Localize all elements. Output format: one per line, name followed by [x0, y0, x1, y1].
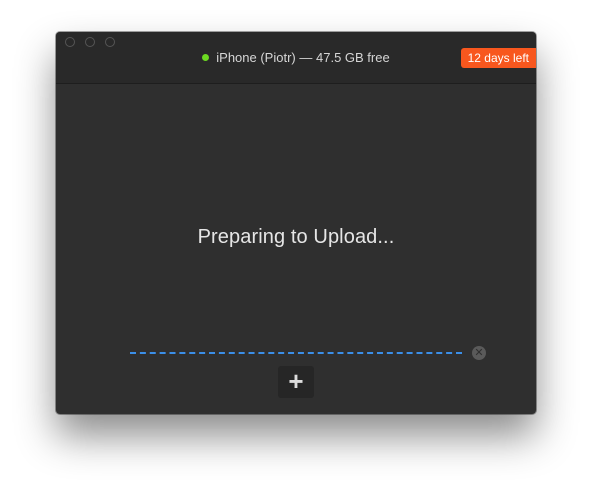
device-separator: — [299, 50, 313, 65]
app-window: iPhone (Piotr) — 47.5 GB free 12 days le… [56, 32, 536, 414]
upload-status-text: Preparing to Upload... [197, 226, 395, 248]
close-window-button[interactable] [65, 37, 75, 47]
device-name: iPhone (Piotr) [216, 50, 296, 65]
connection-status-dot [202, 54, 210, 62]
cancel-upload-button[interactable]: ✕ [472, 346, 486, 360]
minimize-window-button[interactable] [85, 37, 95, 47]
upload-progress-bar [130, 352, 462, 354]
plus-icon: + [288, 366, 304, 396]
add-files-button[interactable]: + [278, 366, 314, 398]
x-circle-icon: ✕ [474, 347, 484, 359]
device-free-space: 47.5 GB free [316, 50, 390, 65]
title-bar: iPhone (Piotr) — 47.5 GB free 12 days le… [56, 32, 536, 84]
zoom-window-button[interactable] [105, 37, 115, 47]
trial-days-badge[interactable]: 12 days left [460, 48, 536, 68]
